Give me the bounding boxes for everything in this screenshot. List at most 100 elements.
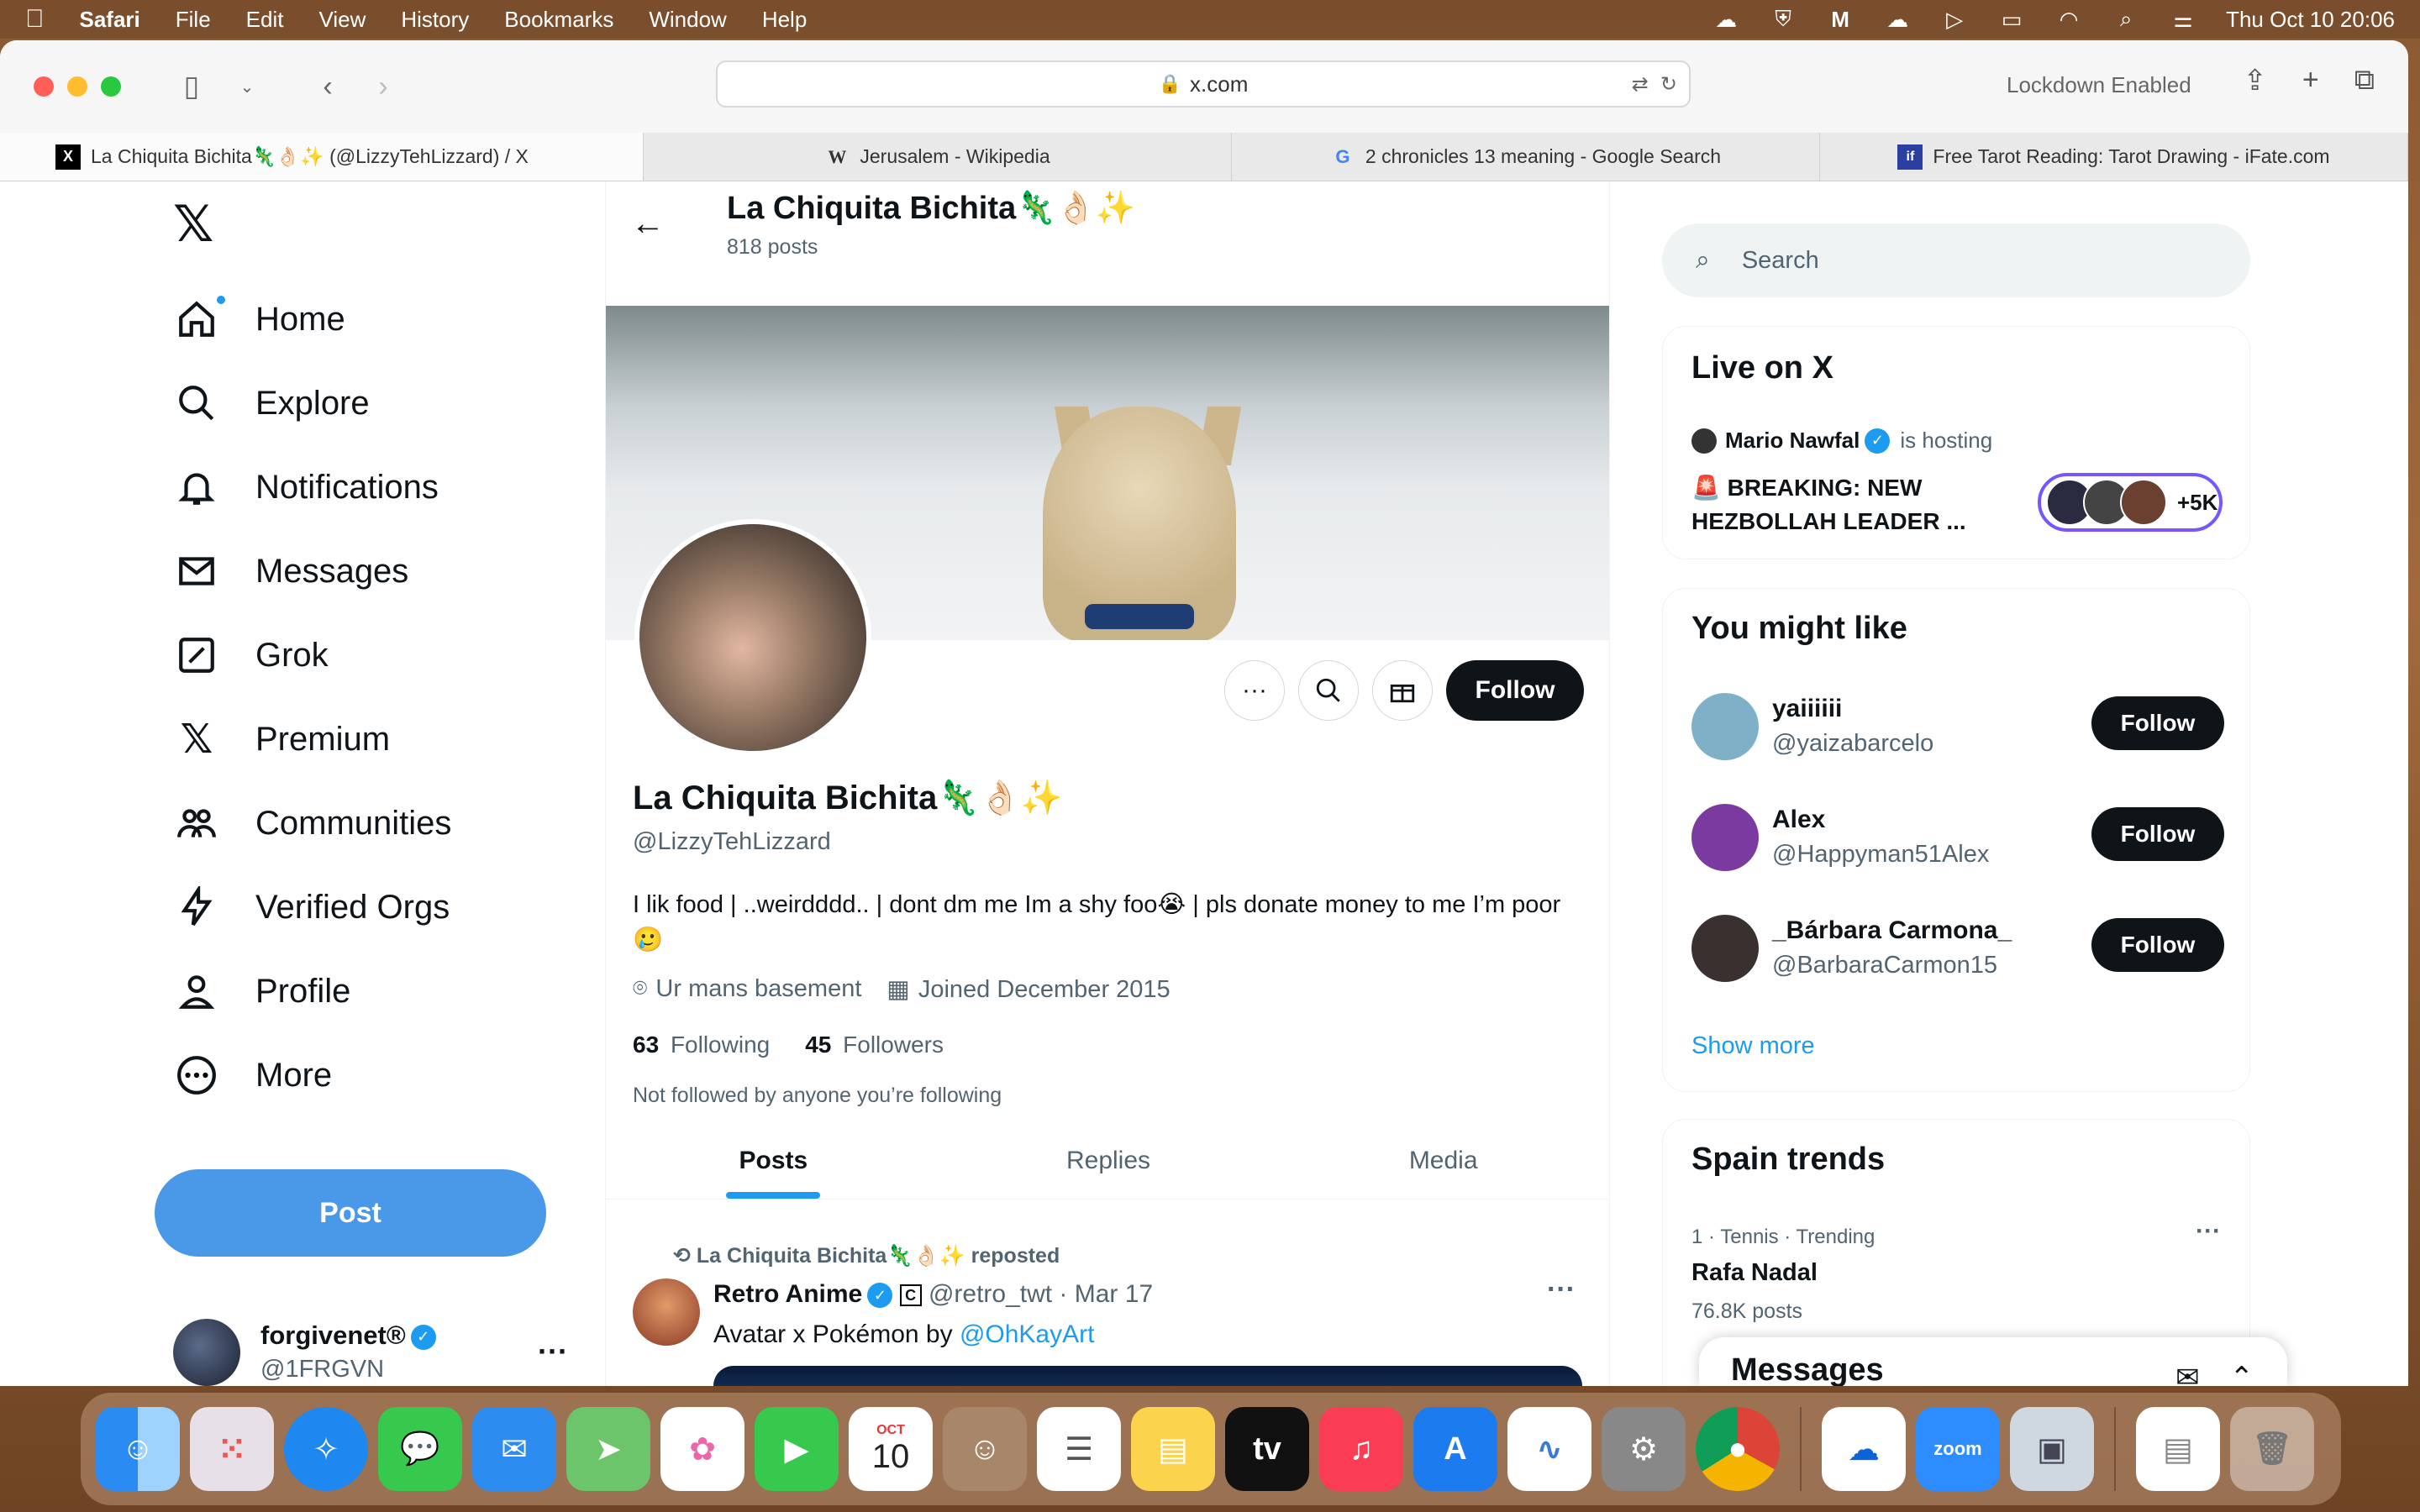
menu-help[interactable]: Help [762, 7, 807, 33]
reload-icon[interactable]: ↻ [1660, 72, 1677, 97]
freeform-icon[interactable]: ∿ [1507, 1407, 1591, 1491]
follow-button[interactable]: Follow [2091, 807, 2224, 861]
menu-view[interactable]: View [318, 7, 366, 33]
safari-icon[interactable]: ✧ [284, 1407, 368, 1491]
more-options-button[interactable]: ··· [1224, 660, 1285, 721]
avatar[interactable] [633, 1278, 700, 1346]
maps-icon[interactable]: ➤ [566, 1407, 650, 1491]
control-center-icon[interactable]: ⚌ [2169, 7, 2197, 32]
post-handle-date[interactable]: @retro_twt · Mar 17 [929, 1280, 1153, 1308]
follow-button[interactable]: Follow [2091, 918, 2224, 972]
new-message-icon[interactable]: ✉ [2175, 1361, 2200, 1386]
live-headline[interactable]: 🚨 BREAKING: NEW HEZBOLLAH LEADER ... [1691, 471, 2028, 538]
clock[interactable]: Thu Oct 10 20:06 [2226, 7, 2395, 33]
translate-icon[interactable]: ⇄ [1632, 72, 1649, 97]
onedrive-icon[interactable]: ☁ [1822, 1407, 1906, 1491]
more-icon[interactable]: ··· [2196, 1217, 2221, 1246]
notes-icon[interactable]: ▤ [1131, 1407, 1215, 1491]
gift-button[interactable] [1372, 660, 1433, 721]
menu-window[interactable]: Window [649, 7, 726, 33]
messages-drawer[interactable]: Messages ✉ ⌃ [1699, 1337, 2287, 1386]
nav-premium[interactable]: 𝕏 Premium [173, 706, 390, 773]
post-media[interactable] [713, 1366, 1582, 1386]
nav-notifications[interactable]: Notifications [173, 454, 439, 521]
music-icon[interactable]: ♫ [1319, 1407, 1403, 1491]
facetime-icon[interactable]: ▶ [755, 1407, 839, 1491]
tab-x-profile[interactable]: X La Chiquita Bichita🦎👌🏻✨ (@LizzyTehLizz… [0, 133, 644, 181]
battery-icon[interactable]: ▭ [1997, 7, 2026, 32]
calendar-icon[interactable]: OCT 10 [849, 1407, 933, 1491]
tab-google[interactable]: G 2 chronicles 13 meaning - Google Searc… [1232, 133, 1820, 181]
suggested-user[interactable]: _Bárbara Carmona_ @BarbaraCarmon15 Follo… [1691, 915, 2224, 990]
nav-verified-orgs[interactable]: Verified Orgs [173, 874, 450, 941]
trash-icon[interactable]: 🗑 [2230, 1407, 2314, 1491]
tab-overview-icon[interactable]: ⧉ [2354, 64, 2375, 97]
sidebar-toggle-icon[interactable]: ▯ [171, 66, 212, 107]
nav-home[interactable]: Home [173, 286, 345, 353]
messages-app-icon[interactable]: 💬 [378, 1407, 462, 1491]
nav-profile[interactable]: Profile [173, 958, 350, 1025]
more-icon[interactable]: ··· [1547, 1273, 1576, 1306]
nav-grok[interactable]: Grok [173, 622, 329, 689]
live-listeners[interactable]: +5K [2038, 473, 2223, 532]
post-author[interactable]: Retro Anime [713, 1280, 862, 1308]
settings-icon[interactable]: ⚙ [1602, 1407, 1686, 1491]
tab-replies[interactable]: Replies [941, 1122, 1276, 1199]
chrome-icon[interactable]: ● [1696, 1407, 1780, 1491]
post-button[interactable]: Post [155, 1169, 546, 1257]
nav-communities[interactable]: Communities [173, 790, 451, 857]
m-app-icon[interactable]: M [1826, 7, 1854, 32]
onedrive-icon[interactable]: ☁ [1883, 7, 1912, 32]
follow-button[interactable]: Follow [2091, 696, 2224, 750]
wifi-icon[interactable]: ◠ [2054, 7, 2083, 32]
expand-icon[interactable]: ⌃ [2230, 1361, 2254, 1386]
zoom-icon[interactable]: zoom [1916, 1407, 2000, 1491]
new-tab-icon[interactable]: + [2302, 64, 2319, 97]
apple-tv-icon[interactable]: tv [1225, 1407, 1309, 1491]
nav-explore[interactable]: Explore [173, 370, 370, 437]
mention-link[interactable]: @OhKayArt [960, 1320, 1095, 1348]
x-logo-icon[interactable]: 𝕏 [173, 195, 213, 254]
menu-app-name[interactable]: Safari [80, 7, 140, 33]
menu-history[interactable]: History [401, 7, 469, 33]
tab-wikipedia[interactable]: W Jerusalem - Wikipedia [644, 133, 1232, 181]
document-icon[interactable]: ▤ [2136, 1407, 2220, 1491]
more-icon[interactable]: ··· [538, 1334, 568, 1369]
reminders-icon[interactable]: ☰ [1037, 1407, 1121, 1491]
tab-media[interactable]: Media [1276, 1122, 1609, 1199]
search-input[interactable]: ⌕ Search [1662, 223, 2250, 297]
menu-bookmarks[interactable]: Bookmarks [504, 7, 613, 33]
suggested-user[interactable]: yaiiiiii @yaizabarcelo Follow [1691, 693, 2224, 769]
share-icon[interactable]: ⇪ [2243, 64, 2267, 97]
shield-icon[interactable]: ⛨ [1769, 6, 1797, 31]
tab-posts[interactable]: Posts [606, 1122, 941, 1199]
back-icon[interactable]: ‹ [308, 66, 348, 107]
finder-icon[interactable]: ☺ [96, 1407, 180, 1491]
followers-link[interactable]: 45 Followers [805, 1032, 944, 1058]
address-bar[interactable]: 🔒 x.com ⇄ ↻ [716, 60, 1691, 108]
photos-icon[interactable]: ✿ [660, 1407, 744, 1491]
launchpad-icon[interactable]: ⁙ [190, 1407, 274, 1491]
account-switcher[interactable]: forgivenet® ✓ @1FRGVN ··· [173, 1315, 568, 1386]
contacts-icon[interactable]: ☺ [943, 1407, 1027, 1491]
preview-icon[interactable]: ▣ [2010, 1407, 2094, 1491]
following-link[interactable]: 63 Following [633, 1032, 770, 1058]
tab-ifate[interactable]: if Free Tarot Reading: Tarot Drawing - i… [1820, 133, 2408, 181]
cloud-icon[interactable]: ☁ [1712, 7, 1740, 32]
forward-icon[interactable]: › [363, 66, 403, 107]
suggested-user[interactable]: Alex @Happyman51Alex Follow [1691, 804, 2224, 879]
search-profile-button[interactable] [1298, 660, 1359, 721]
play-icon[interactable]: ▷ [1940, 7, 1969, 32]
nav-messages[interactable]: Messages [173, 538, 408, 605]
minimize-window-button[interactable] [67, 76, 87, 97]
back-arrow-icon[interactable]: ← [631, 205, 665, 243]
mail-icon[interactable]: ✉ [472, 1407, 556, 1491]
menu-file[interactable]: File [176, 7, 211, 33]
live-host[interactable]: Mario Nawfal ✓ is hosting [1691, 428, 1992, 454]
follow-button[interactable]: Follow [1446, 660, 1584, 721]
nav-more[interactable]: More [173, 1042, 332, 1109]
app-store-icon[interactable]: A [1413, 1407, 1497, 1491]
show-more-link[interactable]: Show more [1691, 1032, 1815, 1060]
search-icon[interactable]: ⌕ [2112, 6, 2140, 31]
chevron-down-icon[interactable]: ⌄ [227, 66, 267, 107]
